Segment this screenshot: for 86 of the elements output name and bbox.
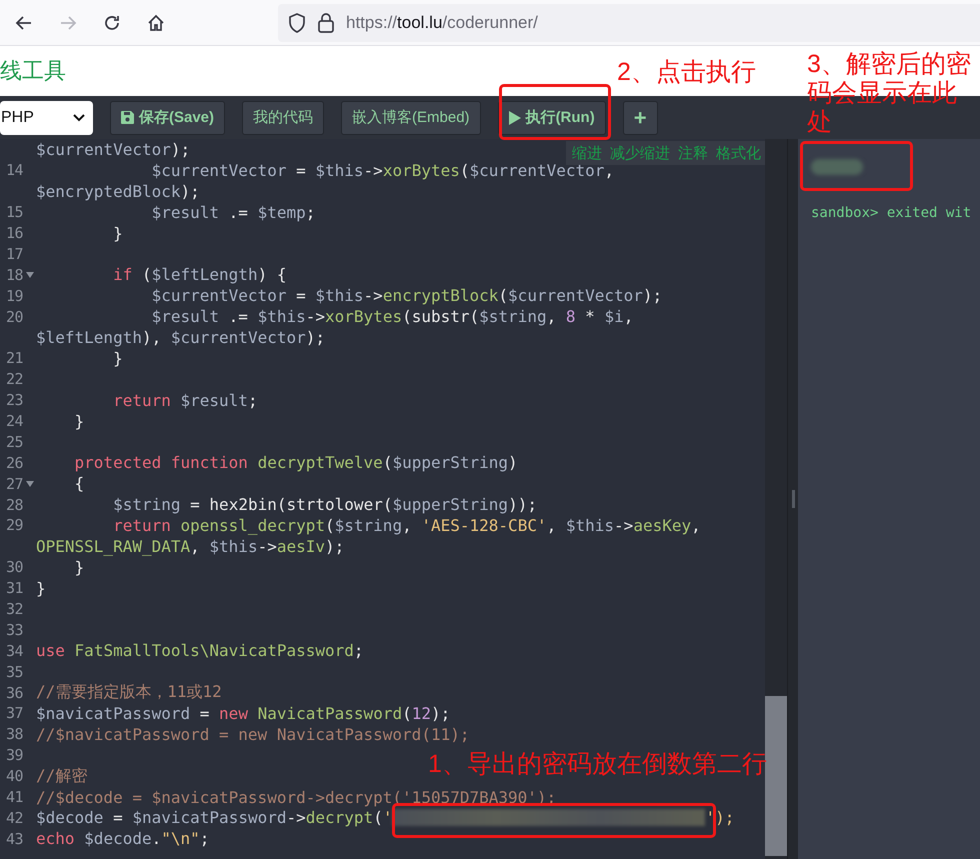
quick-action-link[interactable]: 减少缩进	[610, 144, 670, 162]
language-select[interactable]: PHP	[0, 100, 93, 134]
code-line: if ($leftLength) {	[112, 265, 286, 284]
code-line: $navicatPassword = new NavicatPassword(12);	[36, 704, 450, 723]
line-number: 39	[4, 746, 23, 764]
line-number: 26	[4, 454, 23, 472]
save-icon	[121, 111, 134, 124]
redacted-blur	[811, 159, 863, 175]
forward-arrow-icon	[59, 14, 77, 32]
back-arrow-icon	[15, 14, 33, 32]
line-number: 38	[4, 725, 23, 744]
add-button[interactable]: +	[622, 100, 658, 134]
line-number: 16	[4, 224, 23, 242]
code-line: $currentVector = $this->encryptBlock($currentVector);	[150, 286, 662, 306]
fold-arrow-icon[interactable]	[26, 272, 34, 278]
line-number: 43	[4, 830, 23, 848]
line-number: 28	[4, 496, 23, 514]
line-number: 15	[4, 203, 23, 222]
code-line: }	[74, 558, 84, 577]
code-line: }	[112, 224, 123, 242]
plain-button[interactable]: 嵌入博客(Embed)	[341, 100, 481, 134]
code-line: $currentVector = $this->xorBytes($currentVector,	[150, 160, 614, 180]
code-line: return $result;	[112, 390, 258, 410]
code-line: use FatSmallTools\NavicatPassword;	[36, 641, 364, 660]
line-number: 30	[4, 558, 23, 576]
site-title: 线工具	[0, 57, 66, 85]
line-number: 31	[4, 579, 23, 598]
annotation-note: 1、导出的密码放在倒数第二行	[428, 750, 768, 779]
code-line: }	[36, 578, 46, 598]
code-line: $currentVector);	[36, 140, 190, 159]
scrollbar-thumb[interactable]	[765, 696, 787, 856]
output-line: sandbox> exited wit	[811, 205, 972, 221]
line-number: 32	[4, 600, 23, 618]
line-number: 34	[4, 642, 23, 660]
code-line: OPENSSL_RAW_DATA, $this->aesIv);	[36, 536, 344, 556]
line-number: 14	[4, 161, 23, 180]
line-number: 19	[4, 286, 23, 305]
line-number: 27	[4, 474, 23, 493]
shield-icon	[288, 12, 306, 32]
line-number: 35	[4, 662, 23, 681]
quick-action-link[interactable]: 注释	[678, 144, 708, 162]
line-number: 18	[4, 266, 23, 284]
home-icon	[147, 14, 165, 32]
annotation-note: 2、点击执行	[617, 58, 757, 87]
line-number: 21	[4, 349, 23, 368]
code-line: $leftLength), $currentVector);	[36, 328, 325, 347]
quick-action-link[interactable]: 缩进	[572, 144, 602, 162]
play-icon	[508, 110, 521, 124]
line-number: 17	[4, 244, 23, 263]
chevron-down-icon	[73, 114, 85, 122]
plain-button[interactable]: 我的代码	[242, 100, 324, 134]
code-line: $result .= $temp;	[150, 202, 316, 222]
run-button[interactable]: 执行(Run)	[498, 100, 606, 134]
code-line: $string = hex2bin(strtolower($upperString));	[112, 495, 537, 514]
code-line: {	[74, 474, 84, 494]
line-number: 25	[4, 432, 23, 451]
line-number: 22	[4, 370, 23, 388]
quick-action-link[interactable]: 格式化	[716, 144, 761, 162]
line-number: 42	[4, 808, 23, 827]
save-button[interactable]: 保存(Save)	[110, 100, 226, 134]
line-number: 33	[4, 620, 23, 639]
code-line: echo $decode."\n";	[36, 829, 210, 848]
reload-icon	[103, 14, 121, 32]
url-text: https://tool.lu/coderunner/	[346, 12, 538, 32]
line-number: 24	[4, 412, 23, 430]
code-line: $result .= $this->xorBytes(substr($string, 8 * $i,	[150, 307, 634, 326]
fold-arrow-icon[interactable]	[26, 480, 34, 487]
code-line: }	[74, 412, 84, 431]
line-number: 29	[4, 516, 23, 534]
address-bar[interactable]: https://tool.lu/coderunner/	[278, 4, 980, 42]
line-number: 20	[4, 308, 23, 326]
code-line: //需要指定版本，11或12	[36, 682, 222, 704]
code-line: $decode = $navicatPassword->decrypt('	[36, 808, 392, 828]
code-line: //$decode = $navicatPassword->decrypt('15057D7BA390');	[36, 788, 556, 807]
code-line: return openssl_decrypt($string, 'AES-128-CBC', $this->aesKey,	[112, 516, 701, 535]
line-number: 23	[4, 391, 23, 410]
lock-icon	[318, 12, 334, 32]
line-number: 41	[4, 788, 23, 806]
code-line: }	[112, 348, 123, 368]
code-line: //$navicatPassword = new NavicatPassword(11);	[36, 724, 470, 744]
line-number: 37	[4, 704, 23, 722]
code-line: protected function decryptTwelve($upperString)	[74, 453, 518, 472]
code-line: //解密	[36, 766, 88, 787]
line-number: 40	[4, 767, 23, 786]
line-number: 36	[4, 684, 23, 702]
code-line: $encryptedBlock);	[36, 182, 200, 201]
